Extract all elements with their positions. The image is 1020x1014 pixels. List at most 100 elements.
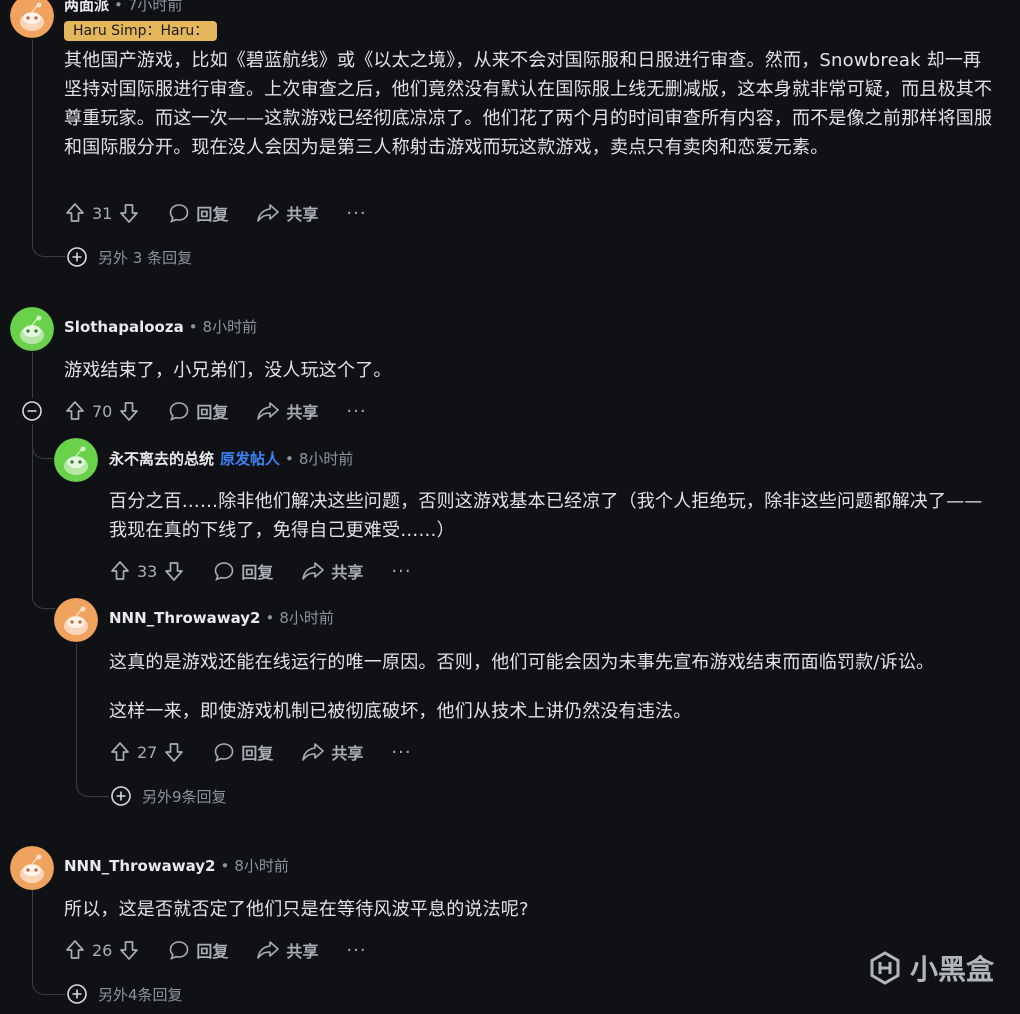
more-replies-link[interactable]: 另外9条回复 [110,785,227,807]
avatar[interactable] [54,598,98,642]
upvote-button[interactable] [64,939,86,961]
upvote-icon [111,742,129,761]
timestamp[interactable]: 8小时前 [279,607,334,628]
upvote-button[interactable] [64,202,86,224]
upvote-icon [66,203,84,222]
share-icon [257,402,280,420]
avatar[interactable] [10,0,54,38]
comment-actions: 27 回复 共享 ··· [109,739,412,765]
more-options-icon[interactable]: ··· [346,203,366,224]
share-label: 共享 [286,205,319,224]
username[interactable]: 两面派 [64,0,109,15]
downvote-button[interactable] [118,400,140,422]
vote-count: 33 [137,561,158,581]
thread-curve [76,776,109,797]
more-replies-label: 另外9条回复 [142,787,227,806]
upvote-button[interactable] [109,560,131,582]
snoo-avatar-icon [54,438,98,482]
reply-label: 回复 [241,563,274,582]
comment-text: 这真的是游戏还能在线运行的唯一原因。否则，他们可能会因为未事先宣布游戏结束而面临… [109,652,935,673]
more-replies-link[interactable]: 另外 3 条回复 [66,246,192,268]
more-replies-label: 另外 3 条回复 [98,248,193,267]
comment-bubble-icon [170,402,189,421]
comment-body: 这真的是游戏还能在线运行的唯一原因。否则，他们可能会因为未事先宣布游戏结束而面临… [109,648,999,726]
reply-label: 回复 [196,403,229,422]
share-label: 共享 [286,403,319,422]
reply-label: 回复 [196,942,229,961]
downvote-button[interactable] [118,202,140,224]
separator-dot: • [188,317,198,336]
more-options-icon[interactable]: ··· [391,742,411,763]
timestamp[interactable]: 8小时前 [234,855,289,876]
thread-line [32,890,33,982]
avatar[interactable] [54,438,98,482]
downvote-icon [165,562,184,581]
thread-curve [32,974,65,995]
more-replies-label: 另外4条回复 [98,985,183,1004]
timestamp[interactable]: 7小时前 [128,0,183,15]
share-icon [302,562,325,580]
comment-thread: 两面派 • 7小时前 Haru Simp：Haru： 其他国产游戏，比如《碧蓝航… [0,0,1020,1014]
separator-dot: • [114,0,123,14]
comment-body: 游戏结束了，小兄弟们，没人玩这个了。 [64,356,994,385]
reply-button[interactable]: 回复 [168,938,228,962]
reply-button[interactable]: 回复 [213,740,273,764]
comment-actions: 70 回复 共享 ··· [64,398,367,424]
timestamp[interactable]: 8小时前 [299,448,354,469]
thread-line [76,644,77,784]
more-options-icon[interactable]: ··· [346,940,366,961]
downvote-button[interactable] [118,939,140,961]
comment-body: 所以，这是否就否定了他们只是在等待风波平息的说法呢? [64,895,994,924]
share-button[interactable]: 共享 [301,740,363,764]
comment-bubble-icon [170,941,189,960]
comment-text: 百分之百……除非他们解决这些问题，否则这游戏基本已经凉了（我个人拒绝玩，除非这些… [109,491,983,541]
upvote-button[interactable] [109,741,131,763]
comment-actions: 26 回复 共享 ··· [64,937,367,963]
expand-plus-icon [67,247,87,267]
avatar[interactable] [10,846,54,890]
reply-label: 回复 [196,205,229,224]
reply-button[interactable]: 回复 [168,201,228,225]
downvote-icon [120,204,139,223]
username[interactable]: 永不离去的总统 [109,448,214,469]
comment-actions: 31 回复 共享 ··· [64,200,367,226]
upvote-button[interactable] [64,400,86,422]
comment-bubble-icon [170,204,189,223]
username[interactable]: Slothapalooza [64,318,184,336]
share-icon [302,743,325,761]
downvote-icon [120,402,139,421]
reply-button[interactable]: 回复 [168,399,228,423]
snoo-avatar-icon [10,307,54,351]
timestamp[interactable]: 8小时前 [203,316,258,337]
vote-count: 27 [137,742,158,762]
vote-count: 31 [92,203,113,223]
downvote-button[interactable] [163,560,185,582]
comment-text: 游戏结束了，小兄弟们，没人玩这个了。 [64,360,392,381]
collapse-thread-button[interactable] [21,400,43,426]
more-options-icon[interactable]: ··· [391,561,411,582]
share-button[interactable]: 共享 [256,201,318,225]
avatar[interactable] [10,307,54,351]
share-label: 共享 [331,563,364,582]
share-icon [257,941,280,959]
more-options-icon[interactable]: ··· [346,401,366,422]
share-label: 共享 [331,744,364,763]
watermark: 小黑盒 [868,948,994,988]
username[interactable]: NNN_Throwaway2 [64,857,216,875]
share-icon [257,204,280,222]
downvote-button[interactable] [163,741,185,763]
reply-button[interactable]: 回复 [213,559,273,583]
thread-line [32,352,33,398]
separator-dot: • [285,449,294,468]
more-replies-link[interactable]: 另外4条回复 [66,983,183,1005]
share-button[interactable]: 共享 [301,559,363,583]
thread-curve [32,438,55,459]
upvote-icon [66,940,84,959]
share-button[interactable]: 共享 [256,399,318,423]
comment-bubble-icon [215,562,234,581]
vote-count: 26 [92,940,113,960]
share-button[interactable]: 共享 [256,938,318,962]
comment-text: 所以，这是否就否定了他们只是在等待风波平息的说法呢? [64,899,529,920]
username[interactable]: NNN_Throwaway2 [109,609,261,627]
user-flair: Haru Simp：Haru： [64,21,218,41]
